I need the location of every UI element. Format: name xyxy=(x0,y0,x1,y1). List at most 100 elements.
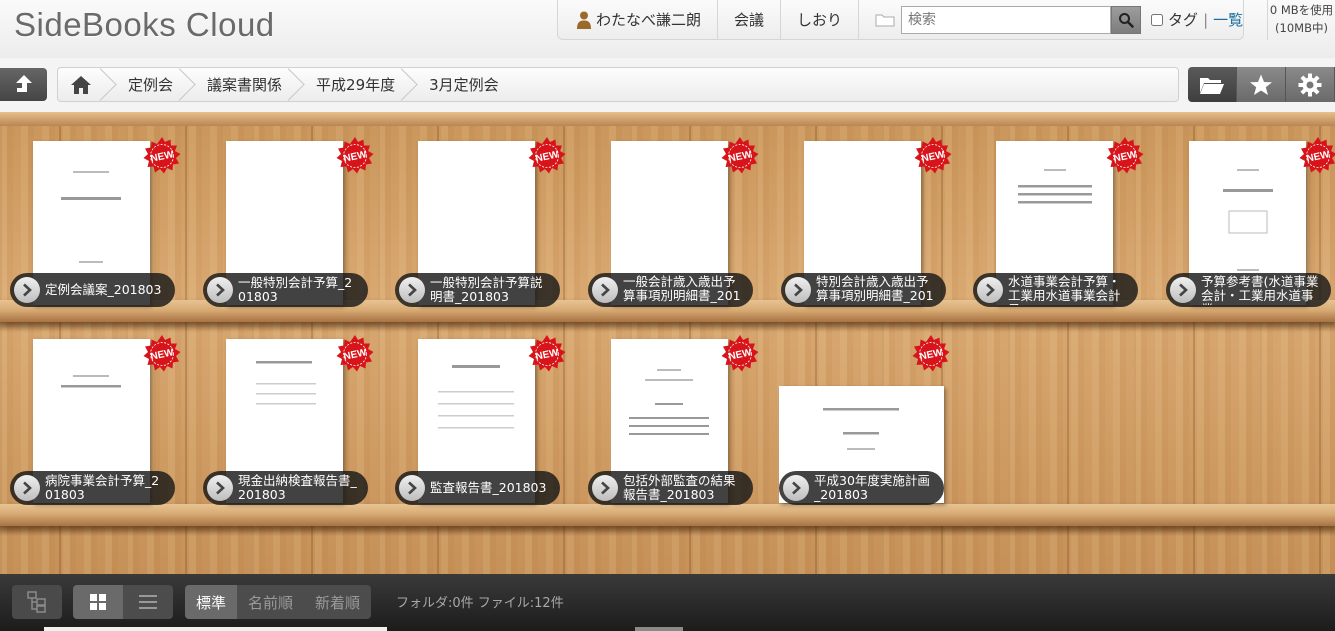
new-badge-icon xyxy=(1106,136,1144,174)
arrow-right-icon xyxy=(207,475,233,501)
new-badge-icon xyxy=(528,136,566,174)
breadcrumb-item[interactable]: 3月定例会 xyxy=(413,68,511,101)
breadcrumb-home[interactable] xyxy=(58,68,106,101)
top-navigation: わたなべ謙二朗 会議 しおり タグ | 一覧 xyxy=(557,0,1245,40)
book-item[interactable]: 一般会計歳入歳出予算事項別明細書_201803 xyxy=(588,136,759,313)
storage-usage: 0 MBを使用 (10MB中) xyxy=(1267,0,1335,40)
layout-toggle xyxy=(73,585,173,619)
footer-toolbar: 標準 名前順 新着順 フォルダ:0件 ファイル:12件 xyxy=(0,574,1335,631)
folder-icon[interactable] xyxy=(875,13,895,27)
view-toolbar xyxy=(1188,67,1335,102)
grid-icon xyxy=(90,594,106,610)
book-title: 現金出納検査報告書_201803 xyxy=(238,474,357,502)
book-label: 現金出納検査報告書_201803 xyxy=(203,471,368,505)
breadcrumb-item[interactable]: 議案書関係 xyxy=(191,68,294,101)
list-view-button[interactable] xyxy=(123,585,173,619)
new-badge-icon xyxy=(912,334,950,372)
book-title: 包括外部監査の結果報告書_201803 xyxy=(623,474,736,502)
tag-label: タグ xyxy=(1168,11,1199,29)
tree-icon xyxy=(27,591,46,613)
shelf-top xyxy=(0,112,1335,126)
separator: | xyxy=(1203,10,1209,29)
book-title: 一般特別会計予算説明書_201803 xyxy=(430,276,543,304)
arrow-right-icon xyxy=(592,277,618,303)
new-badge-icon xyxy=(721,136,759,174)
book-item[interactable]: 現金出納検査報告書_201803 xyxy=(203,334,374,511)
book-item[interactable]: 平成30年度実施計画_201803 xyxy=(779,334,950,511)
tag-list-link[interactable]: 一覧 xyxy=(1213,9,1243,30)
grid-view-button[interactable] xyxy=(73,585,123,619)
item-count: フォルダ:0件 ファイル:12件 xyxy=(396,596,564,611)
parent-folder-button[interactable] xyxy=(0,68,47,101)
book-label: 一般会計歳入歳出予算事項別明細書_201803 xyxy=(588,273,753,307)
tag-filter: タグ | 一覧 xyxy=(1149,0,1243,39)
book-title: 水道事業会計予算・工業用水道事業会計予 xyxy=(1008,275,1121,305)
arrow-right-icon xyxy=(14,277,40,303)
arrow-right-icon xyxy=(207,277,233,303)
book-item[interactable]: 予算参考書(水道事業会計・工業用水道事業 xyxy=(1166,136,1335,313)
book-label: 特別会計歳入歳出予算事項別明細書_201803 xyxy=(781,273,946,307)
book-item[interactable]: 定例会議案_201803 xyxy=(10,136,181,313)
book-item[interactable]: 特別会計歳入歳出予算事項別明細書_201803 xyxy=(781,136,952,313)
arrow-right-icon xyxy=(977,277,1003,303)
book-title: 一般会計歳入歳出予算事項別明細書_201803 xyxy=(623,275,741,305)
book-label: 定例会議案_201803 xyxy=(10,273,175,307)
book-title: 予算参考書(水道事業会計・工業用水道事業 xyxy=(1201,275,1319,305)
new-badge-icon xyxy=(914,136,952,174)
search-input[interactable] xyxy=(901,5,1112,34)
book-label: 平成30年度実施計画_201803 xyxy=(779,471,944,505)
user-menu-button[interactable]: わたなべ謙二朗 xyxy=(558,0,719,39)
book-label: 一般特別会計予算説明書_201803 xyxy=(395,273,560,307)
book-label: 病院事業会計予算_201803 xyxy=(10,471,175,505)
breadcrumb-item[interactable]: 定例会 xyxy=(112,68,185,101)
tree-view-button[interactable] xyxy=(12,585,62,619)
shelf-shadow xyxy=(0,526,1335,536)
sort-standard-button[interactable]: 標準 xyxy=(185,585,238,619)
sort-name-button[interactable]: 名前順 xyxy=(237,585,305,619)
book-item[interactable]: 水道事業会計予算・工業用水道事業会計予 xyxy=(973,136,1144,313)
usage-line-1: 0 MBを使用 xyxy=(1269,3,1334,17)
book-label: 監査報告書_201803 xyxy=(395,471,560,505)
new-badge-icon xyxy=(143,136,181,174)
new-badge-icon xyxy=(528,334,566,372)
new-badge-icon xyxy=(143,334,181,372)
book-title: 病院事業会計予算_201803 xyxy=(45,474,160,502)
new-badge-icon xyxy=(336,136,374,174)
gear-icon xyxy=(1298,73,1322,96)
folder-open-icon xyxy=(1200,77,1224,94)
book-item[interactable]: 一般特別会計予算_201803 xyxy=(203,136,374,313)
app-logo: SideBooks Cloud xyxy=(14,6,275,43)
book-item[interactable]: 包括外部監査の結果報告書_201803 xyxy=(588,334,759,511)
breadcrumb-item[interactable]: 平成29年度 xyxy=(300,68,407,101)
sort-toggle: 標準 名前順 新着順 xyxy=(185,585,372,619)
sort-new-button[interactable]: 新着順 xyxy=(304,585,372,619)
book-item[interactable]: 監査報告書_201803 xyxy=(395,334,566,511)
arrow-right-icon xyxy=(783,475,809,501)
arrow-right-icon xyxy=(14,475,40,501)
list-icon xyxy=(139,595,157,609)
settings-button[interactable] xyxy=(1286,67,1335,102)
book-label: 包括外部監査の結果報告書_201803 xyxy=(588,471,753,505)
book-item[interactable]: 病院事業会計予算_201803 xyxy=(10,334,181,511)
scroll-indicator xyxy=(44,627,387,631)
book-title: 定例会議案_201803 xyxy=(45,283,162,297)
book-title: 監査報告書_201803 xyxy=(430,481,547,495)
book-item[interactable]: 一般特別会計予算説明書_201803 xyxy=(395,136,566,313)
favorites-button[interactable] xyxy=(1237,67,1286,102)
header: SideBooks Cloud わたなべ謙二朗 会議 しおり 検索 タグ | 一… xyxy=(0,0,1335,58)
shelf-shadow xyxy=(0,322,1335,332)
arrow-up-icon xyxy=(15,74,32,92)
book-title: 一般特別会計予算_201803 xyxy=(238,276,353,304)
arrow-right-icon xyxy=(1170,277,1196,303)
home-icon xyxy=(71,75,91,94)
search-area xyxy=(859,0,1149,39)
search-button[interactable] xyxy=(1111,5,1142,34)
book-label: 水道事業会計予算・工業用水道事業会計予 xyxy=(973,273,1138,307)
tag-checkbox[interactable] xyxy=(1151,13,1164,26)
arrow-right-icon xyxy=(399,277,425,303)
star-icon xyxy=(1250,74,1272,95)
bookmark-button[interactable]: しおり xyxy=(781,0,860,39)
folder-view-button[interactable] xyxy=(1188,67,1237,102)
meeting-button[interactable]: 会議 xyxy=(718,0,782,39)
new-badge-icon xyxy=(336,334,374,372)
